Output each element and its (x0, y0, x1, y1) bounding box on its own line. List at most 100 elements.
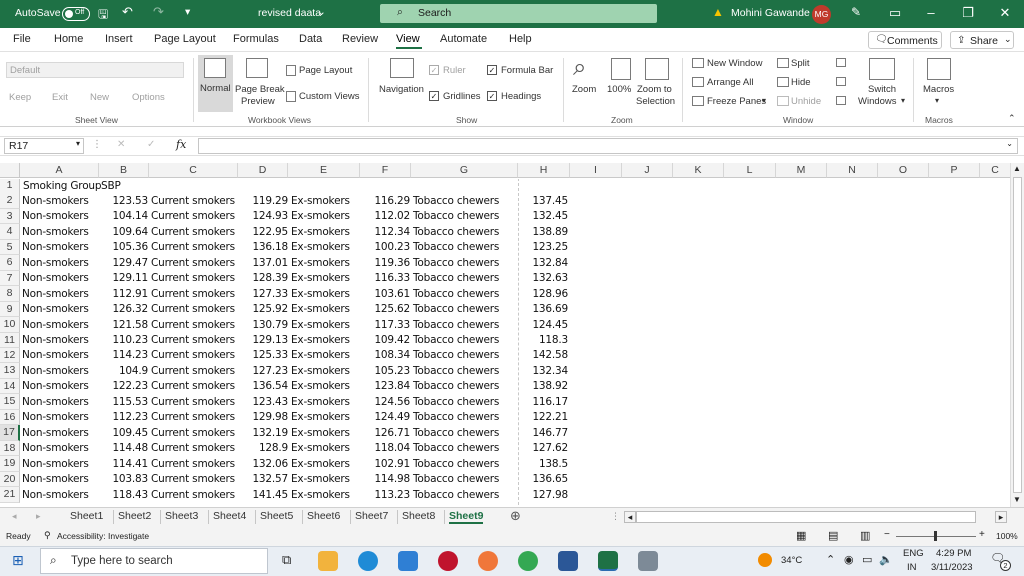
switch-windows-label-2[interactable]: Windows (858, 96, 897, 107)
tab-automate[interactable]: Automate (440, 33, 487, 45)
row-header[interactable]: 21 (0, 487, 20, 503)
table-cell[interactable]: 136.69 (518, 302, 568, 318)
split-button[interactable]: Split (791, 58, 809, 69)
table-cell[interactable]: Ex-smokers (291, 240, 361, 256)
row-header[interactable]: 6 (0, 255, 20, 271)
arrange-all-button[interactable]: Arrange All (707, 77, 753, 88)
temperature[interactable]: 34°C (781, 555, 802, 566)
zoom-100-button[interactable]: 100% (607, 84, 631, 95)
table-cell[interactable]: Current smokers (151, 240, 241, 256)
scroll-right-icon[interactable]: ▸ (995, 511, 1007, 523)
table-cell[interactable]: 126.32 (99, 302, 148, 318)
clock-date[interactable]: 3/11/2023 (931, 562, 973, 573)
table-cell[interactable]: 126.71 (360, 426, 410, 442)
table-cell[interactable]: Tobacco chewers (413, 379, 518, 395)
table-cell[interactable]: 128.9 (238, 441, 288, 457)
sheet-tab[interactable]: Sheet5 (260, 510, 293, 522)
table-cell[interactable]: Current smokers (151, 379, 241, 395)
vertical-scrollbar[interactable]: ▲ ▼ (1010, 163, 1024, 508)
column-header[interactable]: O (878, 163, 929, 178)
table-cell[interactable]: 109.45 (99, 426, 148, 442)
table-cell[interactable]: 119.29 (238, 194, 288, 210)
table-cell[interactable]: 122.23 (99, 379, 148, 395)
table-cell[interactable]: Ex-smokers (291, 395, 361, 411)
table-cell[interactable]: 125.33 (238, 348, 288, 364)
table-cell[interactable]: Tobacco chewers (413, 271, 518, 287)
table-cell[interactable]: 132.34 (518, 364, 568, 380)
user-name[interactable]: Mohini Gawande (731, 7, 810, 19)
network-icon[interactable]: ◉ (844, 553, 854, 566)
table-cell[interactable]: 128.96 (518, 287, 568, 303)
table-cell[interactable]: 114.98 (360, 472, 410, 488)
table-cell[interactable]: 112.91 (99, 287, 148, 303)
minimize-icon[interactable]: – (920, 5, 942, 20)
add-sheet-icon[interactable]: ⊕ (510, 508, 521, 524)
table-cell[interactable]: Tobacco chewers (413, 472, 518, 488)
word-icon[interactable] (558, 551, 578, 571)
table-cell[interactable]: Current smokers (151, 271, 241, 287)
table-cell[interactable]: 136.65 (518, 472, 568, 488)
table-cell[interactable]: Ex-smokers (291, 441, 361, 457)
chrome-icon[interactable] (518, 551, 538, 571)
table-cell[interactable]: 127.98 (518, 488, 568, 504)
sheet-tab[interactable]: Sheet2 (118, 510, 151, 522)
table-cell[interactable]: Tobacco chewers (413, 302, 518, 318)
language-indicator[interactable]: ENG (903, 548, 924, 559)
table-cell[interactable]: Current smokers (151, 441, 241, 457)
row-header[interactable]: 18 (0, 440, 20, 457)
sheet-tab[interactable]: Sheet8 (402, 510, 435, 522)
zoom-selection-label[interactable]: Zoom to (637, 84, 672, 95)
table-cell[interactable]: Current smokers (151, 333, 241, 349)
table-cell[interactable]: 108.34 (360, 348, 410, 364)
table-cell[interactable]: 118.04 (360, 441, 410, 457)
column-header[interactable]: G (411, 163, 518, 178)
table-cell[interactable]: 129.13 (238, 333, 288, 349)
search-input[interactable]: ⌕ Search (380, 4, 657, 23)
table-cell[interactable]: Tobacco chewers (413, 256, 518, 272)
table-cell[interactable]: Current smokers (151, 410, 241, 426)
volume-icon[interactable]: 🔈 (879, 553, 893, 566)
collapse-ribbon-icon[interactable]: ⌃ (1008, 113, 1016, 124)
calculator-icon[interactable] (638, 551, 658, 571)
table-cell[interactable]: Non-smokers (22, 364, 102, 380)
vertical-scroll-thumb[interactable] (1013, 177, 1022, 493)
table-cell[interactable]: Non-smokers (22, 348, 102, 364)
table-cell[interactable]: Tobacco chewers (413, 441, 518, 457)
table-cell[interactable]: 118.3 (518, 333, 568, 349)
row-header[interactable]: 10 (0, 317, 20, 333)
name-box[interactable]: R17 ▾ (4, 138, 84, 154)
column-header[interactable]: F (360, 163, 411, 178)
table-cell[interactable]: 116.29 (360, 194, 410, 210)
row-header[interactable]: 7 (0, 270, 20, 287)
row-header[interactable]: 14 (0, 378, 20, 395)
tab-data[interactable]: Data (299, 33, 322, 45)
table-cell[interactable]: 114.48 (99, 441, 148, 457)
table-cell[interactable]: 137.45 (518, 194, 568, 210)
show-hidden-icons-icon[interactable]: ⌃ (826, 553, 835, 566)
row-header[interactable]: 9 (0, 301, 20, 318)
table-cell[interactable]: 141.45 (238, 488, 288, 504)
tab-page-layout[interactable]: Page Layout (154, 33, 216, 45)
normal-view-status-icon[interactable]: ▦ (796, 529, 806, 542)
table-cell[interactable]: 116.33 (360, 271, 410, 287)
table-cell[interactable]: Current smokers (151, 472, 241, 488)
table-cell[interactable]: Ex-smokers (291, 410, 361, 426)
view-side-by-side-icon[interactable] (836, 58, 846, 67)
column-header[interactable]: P (929, 163, 980, 178)
redo-icon[interactable]: ↷ (153, 4, 164, 20)
table-cell[interactable]: 125.62 (360, 302, 410, 318)
chevron-down-icon[interactable]: ⌄ (317, 6, 326, 18)
zoom-in-icon[interactable]: + (979, 529, 985, 540)
new-view-button[interactable]: New (90, 92, 109, 103)
table-cell[interactable]: Current smokers (151, 194, 241, 210)
formula-input[interactable]: ⌄ (198, 138, 1018, 154)
tab-insert[interactable]: Insert (105, 33, 133, 45)
table-cell[interactable]: 122.95 (238, 225, 288, 241)
table-cell[interactable]: Ex-smokers (291, 379, 361, 395)
select-all-corner[interactable] (0, 163, 20, 178)
table-cell[interactable]: Current smokers (151, 426, 241, 442)
row-header[interactable]: 5 (0, 239, 20, 256)
custom-views-button[interactable]: Custom Views (299, 91, 360, 102)
close-icon[interactable]: ✕ (994, 5, 1016, 21)
table-cell[interactable]: 132.06 (238, 457, 288, 473)
